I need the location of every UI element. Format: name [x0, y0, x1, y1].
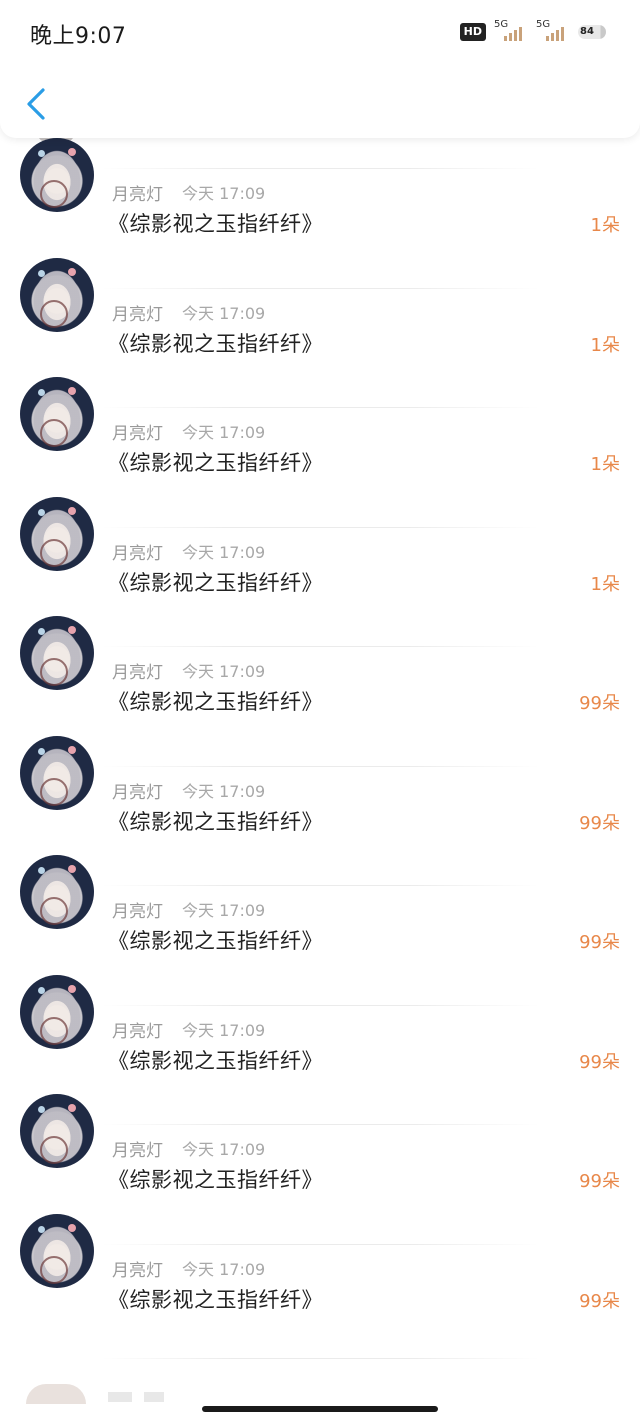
avatar	[26, 1384, 86, 1404]
signal-icon-2: 5G	[536, 19, 570, 43]
avatar[interactable]	[20, 1213, 94, 1288]
book-title: 《综影视之玉指纤纤》	[108, 1287, 323, 1312]
gift-amount: 99朵	[579, 1290, 620, 1312]
timestamp: 今天 17:09	[182, 184, 266, 203]
gift-list: 月亮灯 今天 17:09 《综影视之玉指纤纤》 1朵 月亮灯 今天 17:09 …	[0, 134, 640, 1364]
book-title: 《综影视之玉指纤纤》	[108, 1048, 323, 1073]
signal-icon: 5G	[494, 19, 528, 43]
peek-text	[108, 1392, 188, 1402]
partial-list-item-bottom	[0, 1358, 640, 1423]
gift-amount: 99朵	[579, 1051, 620, 1073]
timestamp: 今天 17:09	[182, 662, 266, 681]
gift-amount: 99朵	[579, 693, 620, 714]
back-button[interactable]	[18, 82, 54, 126]
chevron-left-icon	[27, 88, 45, 120]
gift-amount: 1朵	[590, 215, 620, 236]
status-icons: HD 5G 5G 84	[459, 19, 606, 44]
home-indicator[interactable]	[202, 1406, 438, 1412]
user-name: 月亮灯	[112, 185, 163, 205]
avatar[interactable]	[20, 855, 94, 929]
avatar[interactable]	[20, 1094, 94, 1168]
book-title: 《综影视之玉指纤纤》	[108, 331, 323, 356]
timestamp: 今天 17:09	[182, 303, 266, 323]
user-name: 月亮灯	[112, 1021, 163, 1042]
gift-amount: 1朵	[590, 454, 620, 475]
book-title: 《综影视之玉指纤纤》	[108, 809, 323, 834]
gift-amount: 1朵	[590, 334, 620, 356]
user-name: 月亮灯	[112, 424, 163, 444]
user-name: 月亮灯	[112, 543, 163, 564]
user-name: 月亮灯	[112, 663, 163, 683]
timestamp: 今天 17:09	[182, 901, 266, 920]
gift-amount: 99朵	[579, 1171, 620, 1192]
book-title: 《综影视之玉指纤纤》	[108, 570, 323, 595]
avatar[interactable]	[20, 377, 94, 451]
user-name: 月亮灯	[112, 1260, 163, 1281]
user-name: 月亮灯	[112, 782, 163, 803]
avatar[interactable]	[20, 496, 94, 571]
status-time: 晚上9:07	[30, 24, 127, 49]
list-item[interactable]: 月亮灯 今天 17:09 《综影视之玉指纤纤》 99朵	[0, 1213, 640, 1364]
timestamp: 今天 17:09	[182, 423, 266, 442]
battery-icon: 84	[578, 25, 606, 39]
avatar[interactable]	[20, 735, 94, 810]
user-name: 月亮灯	[112, 1141, 163, 1161]
timestamp: 今天 17:09	[182, 542, 266, 562]
gift-amount: 99朵	[579, 932, 620, 953]
avatar[interactable]	[20, 974, 94, 1049]
hd-badge: HD	[459, 23, 486, 41]
timestamp: 今天 17:09	[182, 781, 266, 801]
timestamp: 今天 17:09	[182, 1259, 266, 1279]
avatar[interactable]	[20, 257, 94, 332]
timestamp: 今天 17:09	[182, 1140, 266, 1159]
book-title: 《综影视之玉指纤纤》	[108, 451, 323, 475]
timestamp: 今天 17:09	[182, 1020, 266, 1040]
book-title: 《综影视之玉指纤纤》	[108, 690, 323, 714]
book-title: 《综影视之玉指纤纤》	[108, 1168, 323, 1192]
user-name: 月亮灯	[112, 304, 163, 325]
top-bar: 晚上9:07 HD 5G 5G 84	[0, 0, 640, 138]
avatar[interactable]	[20, 616, 94, 690]
user-name: 月亮灯	[112, 902, 163, 922]
avatar[interactable]	[20, 138, 94, 212]
book-title: 《综影视之玉指纤纤》	[108, 929, 323, 953]
gift-amount: 1朵	[590, 573, 620, 595]
book-title: 《综影视之玉指纤纤》	[108, 212, 323, 236]
gift-amount: 99朵	[579, 812, 620, 834]
